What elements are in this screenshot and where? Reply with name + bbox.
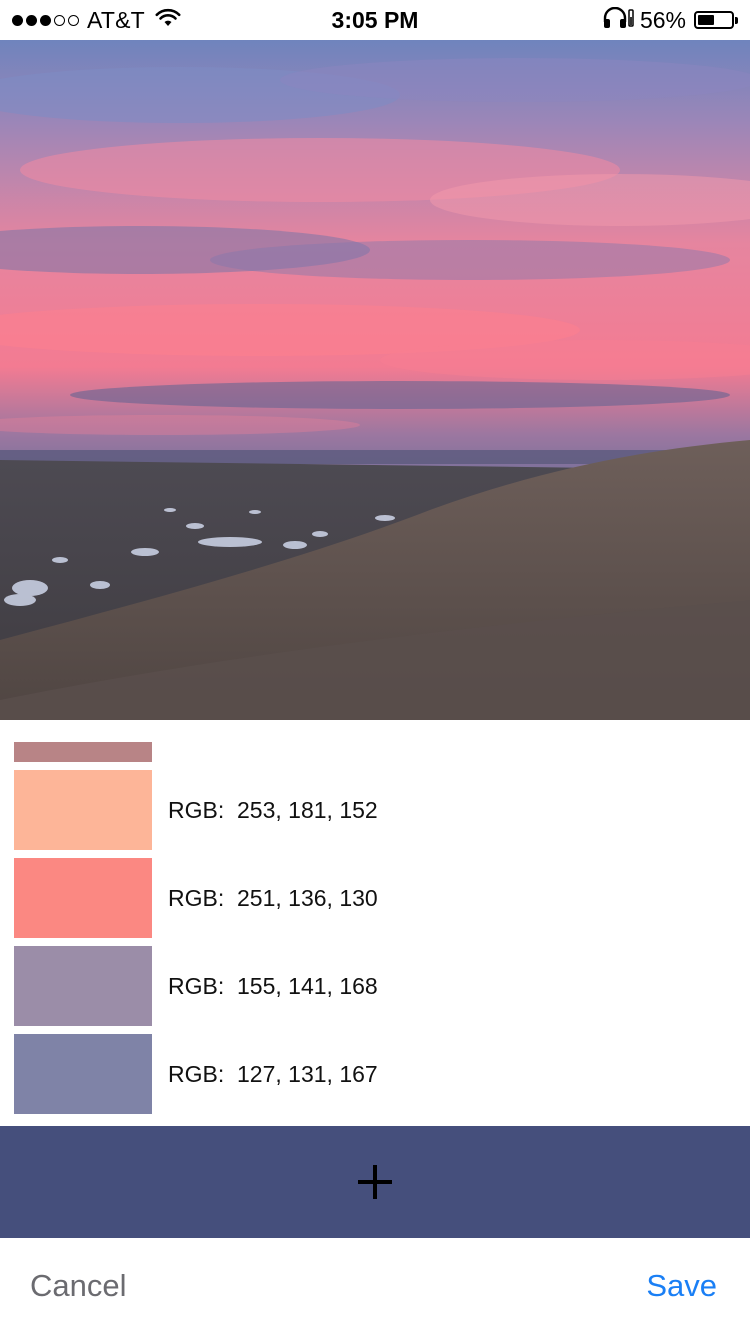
battery-bolt-icon: [628, 8, 634, 33]
battery-tip: [735, 16, 738, 24]
save-button[interactable]: Save: [646, 1238, 717, 1334]
sunset-photo-image: [0, 40, 750, 720]
swatch-row[interactable]: RGB: 155, 141, 168: [0, 946, 750, 1026]
rgb-label: RGB: 253, 181, 152: [168, 797, 378, 823]
swatch-row[interactable]: RGB: 253, 181, 152: [0, 770, 750, 850]
rgb-label: RGB: 251, 136, 130: [168, 885, 378, 911]
color-swatch-list[interactable]: RGB: 253, 181, 152 RGB: 251, 136, 130 RG…: [0, 720, 750, 1126]
status-bar: AT&T 3:05 PM 56%: [0, 0, 750, 40]
color-swatch: [14, 946, 152, 1026]
swatch-row[interactable]: RGB: 251, 136, 130: [0, 858, 750, 938]
battery-icon: [694, 11, 734, 29]
sunset-photo[interactable]: [0, 40, 750, 720]
add-color-button[interactable]: [0, 1126, 750, 1238]
battery-level-fill: [698, 15, 715, 25]
swatch-row[interactable]: RGB: 127, 131, 167: [0, 1034, 750, 1114]
rgb-label: RGB: 155, 141, 168: [168, 973, 378, 999]
color-swatch: [14, 770, 152, 850]
color-swatch: [14, 858, 152, 938]
plus-icon: [358, 1165, 392, 1199]
color-swatch-partial[interactable]: [14, 742, 152, 762]
status-right: 56%: [602, 6, 738, 34]
bottom-toolbar: Cancel Save: [0, 1238, 750, 1334]
color-swatch: [14, 1034, 152, 1114]
rgb-label: RGB: 127, 131, 167: [168, 1061, 378, 1087]
battery-percentage: 56%: [639, 6, 686, 33]
headphones-icon: [602, 6, 628, 34]
cancel-button[interactable]: Cancel: [30, 1238, 127, 1334]
